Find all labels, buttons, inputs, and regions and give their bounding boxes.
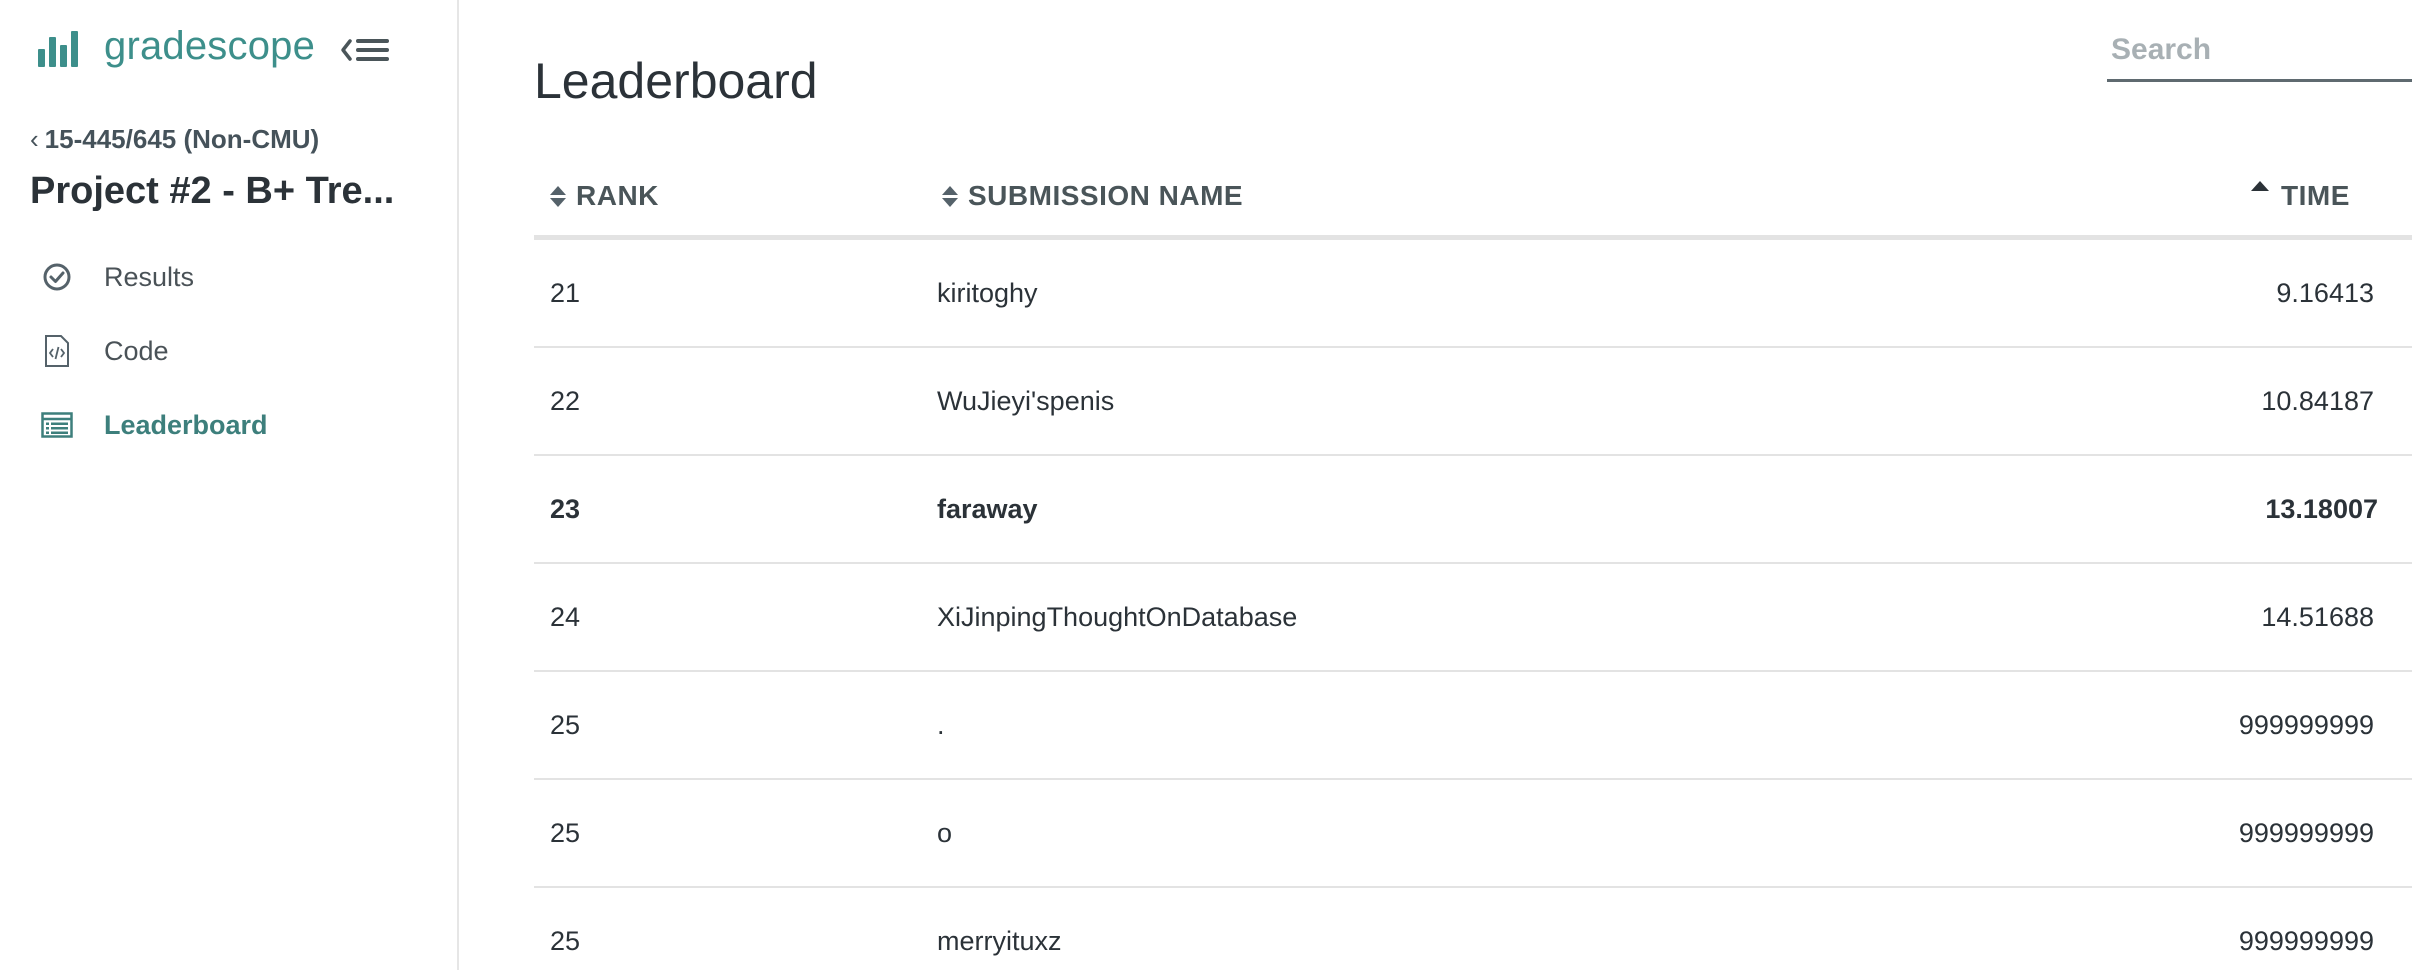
sidebar-item-label: Results	[104, 261, 195, 292]
column-header-submission-name[interactable]: SUBMISSION NAME	[942, 180, 1243, 212]
table-row: 24 XiJinpingThoughtOnDatabase 14.51688	[534, 564, 2412, 672]
sidebar-nav: Results Code Leaderboard	[40, 240, 268, 462]
sort-ascending-icon	[2251, 181, 2269, 191]
column-header-rank[interactable]: RANK	[550, 180, 659, 212]
sidebar-item-label: Code	[104, 335, 169, 366]
column-header-label: TIME	[2281, 180, 2350, 211]
time-cell: 999999999	[2238, 710, 2374, 740]
submission-name-cell: XiJinpingThoughtOnDatabase	[937, 602, 1298, 632]
rank-cell: 23	[550, 494, 581, 524]
sidebar-item-label: Leaderboard	[104, 409, 268, 440]
time-cell: 999999999	[2238, 926, 2374, 956]
rank-cell: 22	[550, 386, 581, 416]
column-header-label: RANK	[576, 180, 659, 211]
table-row: 25 o 999999999	[534, 780, 2412, 888]
sort-icon	[942, 185, 958, 207]
collapse-sidebar-button[interactable]	[340, 34, 390, 66]
rank-cell: 21	[550, 278, 581, 308]
time-cell: 9.16413	[2276, 278, 2374, 308]
table-row: 22 WuJieyi'spenis 10.84187	[534, 348, 2412, 456]
submission-name-cell: .	[937, 710, 945, 740]
collapse-menu-icon	[341, 39, 389, 61]
course-name: 15-445/645 (Non-CMU)	[44, 124, 320, 154]
time-cell: 10.84187	[2261, 386, 2374, 416]
rank-cell: 25	[550, 926, 581, 956]
search-input[interactable]	[2107, 20, 2412, 82]
check-circle-icon	[40, 260, 74, 294]
leaderboard-table: RANK SUBMISSION NAME TIME 21 kiritoghy 9…	[534, 160, 2412, 970]
sort-icon	[550, 185, 566, 207]
time-cell: 14.51688	[2261, 602, 2374, 632]
app: gradescope ‹ 15-445/645 (Non-CMU) Projec…	[0, 0, 2412, 970]
table-row: 25 . 999999999	[534, 672, 2412, 780]
table-row-current-user: 23 faraway 13.18007	[534, 456, 2412, 564]
brand[interactable]: gradescope	[38, 24, 315, 69]
table-row: 21 kiritoghy 9.16413	[534, 240, 2412, 348]
gradescope-logo-icon	[38, 27, 78, 67]
submission-name-cell: kiritoghy	[937, 278, 1038, 308]
submission-name-cell: WuJieyi'spenis	[937, 386, 1115, 416]
sidebar: gradescope ‹ 15-445/645 (Non-CMU) Projec…	[0, 0, 459, 970]
sidebar-item-results[interactable]: Results	[40, 240, 268, 314]
chevron-left-icon: ‹	[30, 124, 39, 154]
brand-name: gradescope	[104, 24, 316, 68]
submission-name-cell: faraway	[937, 494, 1038, 524]
submission-name-cell: o	[937, 818, 953, 848]
table-header: RANK SUBMISSION NAME TIME	[534, 160, 2412, 240]
rank-cell: 25	[550, 818, 581, 848]
sidebar-item-leaderboard[interactable]: Leaderboard	[40, 388, 268, 462]
code-file-icon	[40, 334, 74, 368]
page-title: Leaderboard	[534, 52, 818, 109]
time-cell: 13.18007	[2265, 494, 2378, 524]
course-back-link[interactable]: ‹ 15-445/645 (Non-CMU)	[30, 124, 319, 155]
leaderboard-icon	[40, 408, 74, 442]
table-row: 25 merryituxz 999999999	[534, 888, 2412, 970]
rank-cell: 25	[550, 710, 581, 740]
assignment-title: Project #2 - B+ Tre...	[30, 170, 395, 212]
time-cell: 999999999	[2238, 818, 2374, 848]
column-header-time[interactable]: TIME	[2251, 180, 2350, 212]
column-header-label: SUBMISSION NAME	[968, 180, 1244, 211]
submission-name-cell: merryituxz	[937, 926, 1062, 956]
rank-cell: 24	[550, 602, 581, 632]
sidebar-item-code[interactable]: Code	[40, 314, 268, 388]
